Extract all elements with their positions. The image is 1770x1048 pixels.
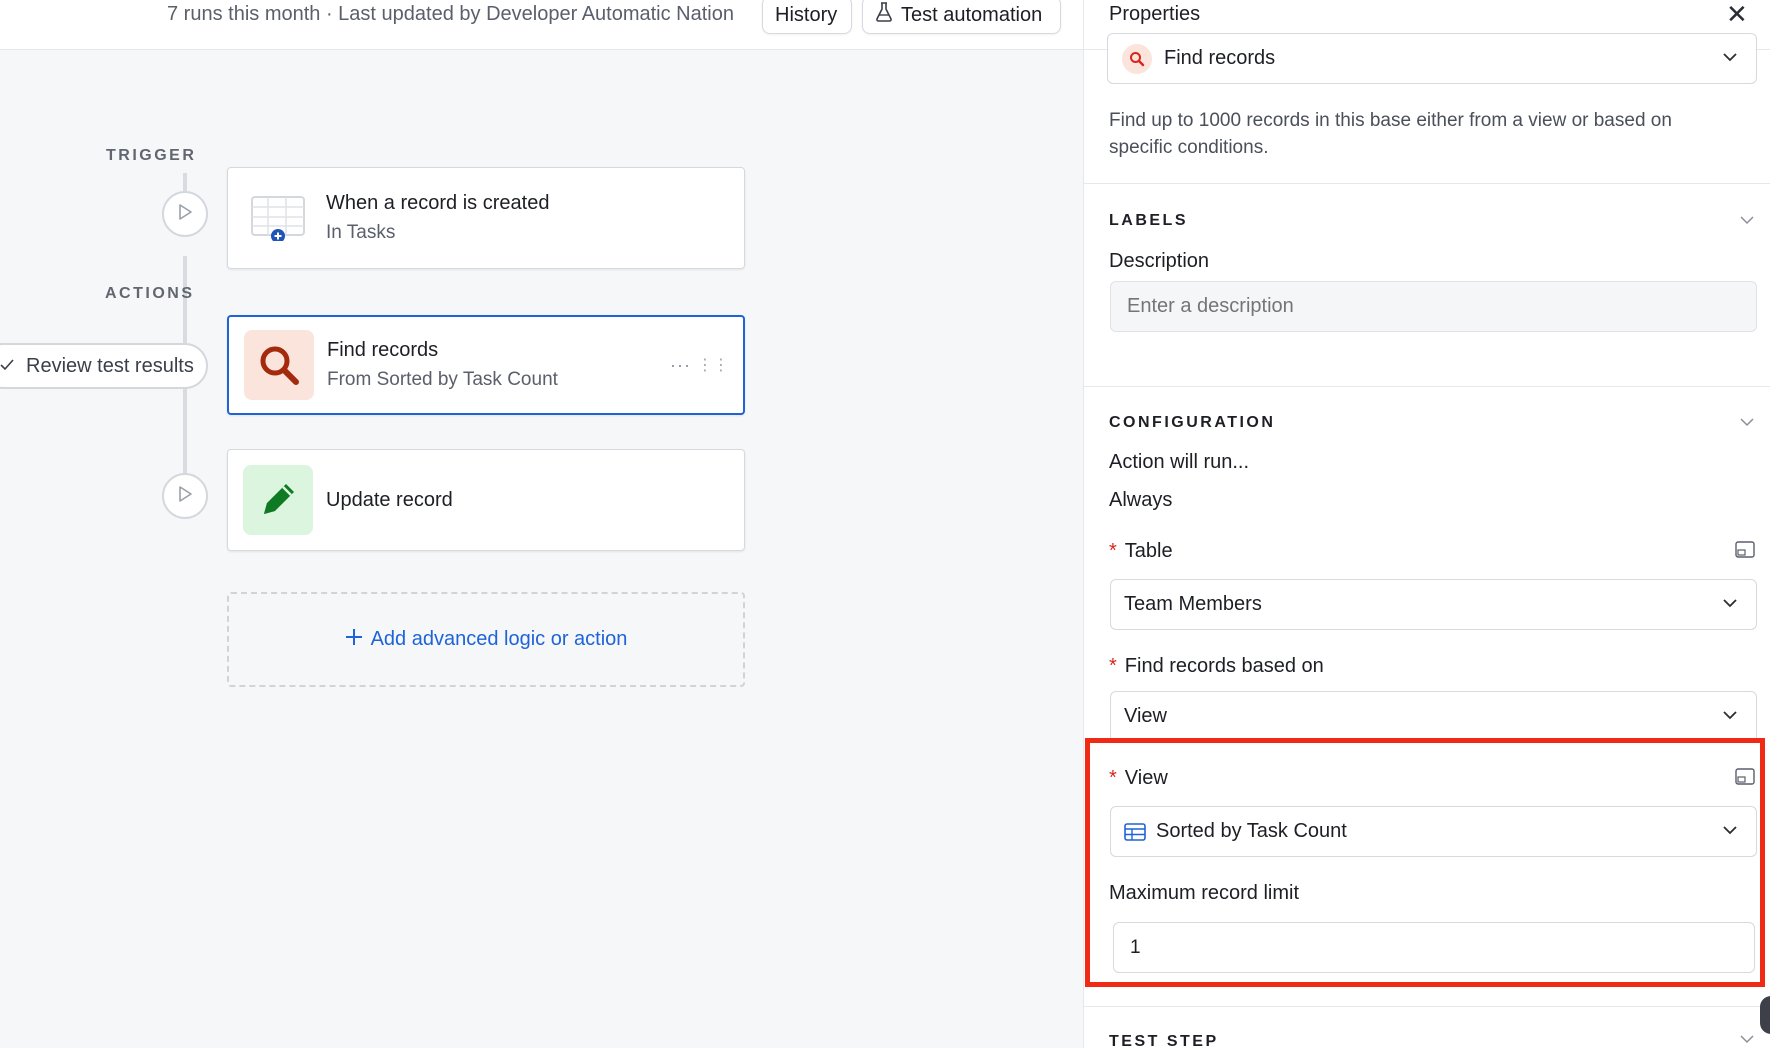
run-condition-value[interactable]: Always bbox=[1109, 489, 1172, 512]
view-label: * View bbox=[1109, 767, 1168, 789]
view-label-text: View bbox=[1124, 767, 1168, 789]
table-plus-icon bbox=[243, 183, 313, 253]
chevron-down-icon[interactable] bbox=[1739, 212, 1755, 233]
history-label: History bbox=[775, 3, 838, 26]
find-based-on-value: View bbox=[1124, 705, 1167, 727]
search-icon bbox=[244, 330, 314, 400]
max-record-limit-input[interactable]: 1 bbox=[1113, 922, 1755, 973]
drag-handle-icon[interactable]: ⋮⋮ bbox=[697, 355, 729, 375]
divider bbox=[1084, 183, 1770, 184]
table-label: * Table bbox=[1109, 540, 1173, 562]
action-type-select[interactable]: Find records bbox=[1107, 33, 1757, 84]
properties-panel: Properties ✕ Find records Find up to 100… bbox=[1083, 0, 1770, 1048]
divider bbox=[1084, 386, 1770, 387]
runs-summary: 7 runs this month · Last updated by Deve… bbox=[167, 3, 734, 25]
view-select[interactable]: Sorted by Task Count bbox=[1110, 806, 1757, 857]
description-label: Description bbox=[1109, 250, 1210, 272]
find-records-card[interactable]: Find records From Sorted by Task Count ·… bbox=[227, 315, 745, 415]
divider bbox=[1084, 1006, 1770, 1007]
add-logic-or-action-button[interactable]: Add advanced logic or action bbox=[227, 592, 745, 687]
chevron-down-icon bbox=[1722, 594, 1738, 617]
trigger-title: When a record is created bbox=[326, 192, 550, 214]
workflow-canvas: TRIGGER ACTIONS Review test results When… bbox=[0, 50, 1083, 1048]
update-record-title: Update record bbox=[326, 488, 453, 511]
scrollbar-thumb[interactable] bbox=[1760, 996, 1770, 1034]
action-will-run-label: Action will run... bbox=[1109, 451, 1250, 473]
review-label: Review test results bbox=[26, 354, 194, 377]
expand-panel-icon[interactable] bbox=[1735, 541, 1755, 564]
review-test-results-button[interactable]: Review test results bbox=[0, 343, 208, 389]
panel-title: Properties bbox=[1109, 3, 1201, 25]
trigger-card[interactable]: When a record is created In Tasks bbox=[227, 167, 745, 269]
find-records-subtitle: From Sorted by Task Count bbox=[327, 369, 558, 390]
search-icon bbox=[1122, 43, 1152, 74]
max-record-limit-label: Maximum record limit bbox=[1109, 882, 1300, 904]
trigger-section-label: TRIGGER bbox=[106, 147, 197, 164]
table-label-text: Table bbox=[1124, 540, 1173, 562]
expand-panel-icon[interactable] bbox=[1735, 768, 1755, 791]
chevron-down-icon bbox=[1722, 821, 1738, 844]
plus-icon bbox=[345, 628, 363, 652]
test-automation-button[interactable]: Test automation bbox=[862, 0, 1061, 34]
grid-view-icon bbox=[1124, 822, 1146, 841]
more-options-icon[interactable]: ··· bbox=[670, 355, 691, 376]
action-description: Find up to 1000 records in this base eit… bbox=[1109, 110, 1672, 158]
view-value: Sorted by Task Count bbox=[1156, 820, 1347, 842]
chevron-down-icon bbox=[1722, 706, 1738, 729]
table-select[interactable]: Team Members bbox=[1110, 579, 1757, 630]
pencil-icon bbox=[243, 465, 313, 535]
find-based-on-select[interactable]: View bbox=[1110, 691, 1757, 742]
play-icon bbox=[176, 484, 194, 509]
update-record-card[interactable]: Update record bbox=[227, 449, 745, 551]
flask-icon bbox=[875, 2, 893, 28]
add-logic-label: Add advanced logic or action bbox=[370, 628, 628, 650]
chevron-down-icon[interactable] bbox=[1739, 1031, 1755, 1048]
find-records-title: Find records bbox=[327, 339, 439, 361]
automation-header: 7 runs this month · Last updated by Deve… bbox=[0, 0, 1083, 50]
play-icon bbox=[176, 202, 194, 227]
find-based-on-label: * Find records based on bbox=[1109, 655, 1324, 677]
find-based-on-label-text: Find records based on bbox=[1124, 655, 1324, 677]
description-input[interactable] bbox=[1110, 281, 1757, 332]
labels-section-heading: LABELS bbox=[1109, 212, 1188, 229]
check-icon bbox=[0, 355, 14, 378]
chevron-down-icon[interactable] bbox=[1739, 414, 1755, 435]
test-automation-label: Test automation bbox=[901, 3, 1043, 26]
action-type-value: Find records bbox=[1164, 47, 1276, 69]
close-icon[interactable]: ✕ bbox=[1726, 1, 1748, 27]
actions-section-label: ACTIONS bbox=[105, 285, 195, 302]
chevron-down-icon bbox=[1722, 48, 1738, 71]
history-button[interactable]: History bbox=[762, 0, 852, 34]
trigger-subtitle: In Tasks bbox=[326, 222, 396, 243]
test-step-section-heading: TEST STEP bbox=[1109, 1033, 1219, 1048]
run-trigger-button[interactable] bbox=[162, 191, 208, 237]
run-action-button[interactable] bbox=[162, 473, 208, 519]
configuration-section-heading: CONFIGURATION bbox=[1109, 414, 1276, 431]
table-value: Team Members bbox=[1124, 593, 1262, 615]
